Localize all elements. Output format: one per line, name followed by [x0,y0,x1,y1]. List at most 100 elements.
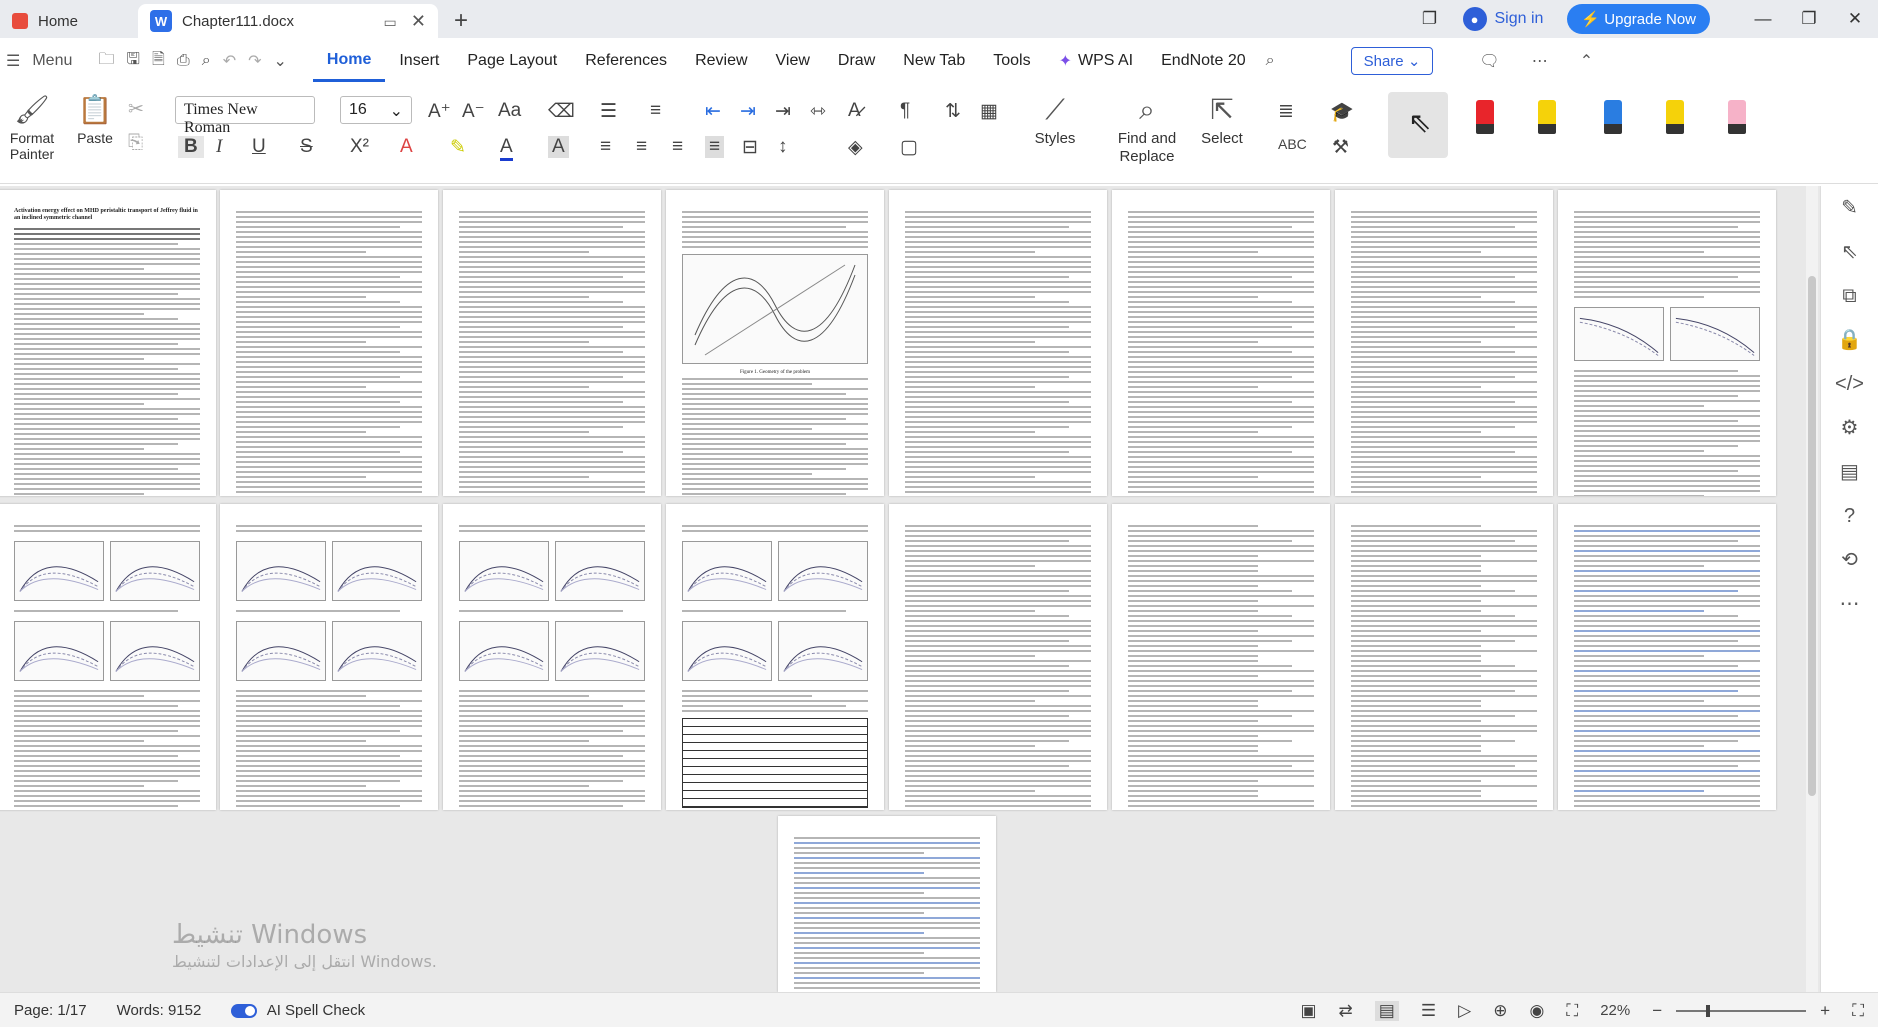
document-page[interactable] [1335,504,1553,810]
close-window-icon[interactable]: ✕ [1832,9,1878,29]
underline-button[interactable]: U [252,136,266,158]
education-icon[interactable]: 🎓 [1330,100,1354,124]
open-folder-icon[interactable]: 🗀 [92,48,120,75]
detach-window-icon[interactable]: ▭ [384,14,397,30]
document-page[interactable] [220,504,438,810]
line-spacing-icon[interactable]: ↕ [778,136,788,158]
font-size-select[interactable]: 16 ⌄ [340,96,412,124]
undo-icon[interactable]: ↶ [217,51,242,71]
vertical-scrollbar[interactable] [1806,186,1818,992]
font-color-icon[interactable]: A [500,136,513,161]
copy-icon[interactable]: ⎘ [128,132,143,154]
styles-button[interactable]: ⟋ Styles [1025,90,1085,147]
document-page[interactable] [889,504,1107,810]
clear-format-icon[interactable]: ⌫ [548,100,575,123]
tab-draw[interactable]: Draw [824,40,889,82]
redo-icon[interactable]: ↷ [242,51,267,71]
zoom-in-icon[interactable]: + [1820,1001,1830,1021]
pointer-tool[interactable]: ⇖ [1388,92,1448,158]
tools-icon[interactable]: ⚒ [1332,136,1349,159]
pen-icon[interactable]: ✎ [1821,186,1878,230]
compare-icon[interactable]: ⇄ [1339,1001,1353,1021]
hamburger-icon[interactable]: ☰ [0,51,26,71]
shrink-font-icon[interactable]: A⁻ [462,100,485,123]
asian-layout-icon[interactable]: A̷ [848,100,861,122]
document-page[interactable] [443,190,661,496]
blue-pen-icon[interactable] [1604,100,1622,134]
eye-protection-icon[interactable]: ◉ [1529,1001,1544,1021]
cut-icon[interactable]: ✂ [128,98,144,121]
code-icon[interactable]: </> [1821,362,1878,406]
document-page[interactable] [1558,504,1776,810]
sign-in-button[interactable]: ● Sign in [1462,7,1543,31]
char-shading-icon[interactable]: A [548,136,569,158]
more-icon[interactable]: ⋯ [1526,51,1554,71]
quick-access-chevron-icon[interactable]: ⌄ [268,51,293,71]
first-line-indent-icon[interactable]: ⇥ [775,100,791,123]
paste-button[interactable]: 📋 Paste [68,90,122,146]
text-effect-icon[interactable]: A [400,136,413,158]
change-case-icon[interactable]: Aa [498,100,521,122]
font-name-select[interactable]: Times New Roman [175,96,315,136]
fullscreen-icon[interactable]: ⛶ [1852,1001,1864,1021]
spell-check-toggle[interactable]: AI Spell Check [231,1002,365,1019]
document-page[interactable] [1335,190,1553,496]
find-replace-button[interactable]: ⌕ Find and Replace [1112,90,1182,166]
scroll-thumb[interactable] [1808,276,1816,796]
page-view-icon[interactable]: ▤ [1374,1000,1399,1021]
word-count[interactable]: Words: 9152 [117,1002,202,1019]
increase-indent-icon[interactable]: ⇥ [740,100,756,123]
document-page[interactable] [666,504,884,810]
tab-home-ribbon[interactable]: Home [312,40,386,82]
comment-icon[interactable]: 🗨 [1473,51,1505,71]
close-tab-icon[interactable]: ✕ [411,11,426,31]
table-icon[interactable]: ▦ [980,100,998,123]
document-page[interactable] [443,504,661,810]
tab-new-tab[interactable]: New Tab [889,40,979,82]
tab-page-layout[interactable]: Page Layout [453,40,571,82]
translate-icon[interactable]: ⧉ [1821,274,1878,318]
tab-wps-ai[interactable]: ✦ WPS AI [1045,40,1148,82]
print-preview-icon[interactable]: ⌕ [196,52,217,70]
document-page[interactable] [1558,190,1776,496]
superscript-icon[interactable]: X² [350,136,369,158]
yellow-highlighter-icon[interactable] [1666,100,1684,134]
tab-insert[interactable]: Insert [385,40,453,82]
select-button[interactable]: ⇱ Select [1192,90,1252,147]
web-view-icon[interactable]: ⊕ [1493,1001,1507,1021]
text-direction-icon[interactable]: ⇿ [810,100,826,123]
upgrade-button[interactable]: ⚡ Upgrade Now [1567,4,1710,34]
document-page[interactable] [1112,504,1330,810]
zoom-out-icon[interactable]: − [1652,1001,1662,1021]
zoom-slider[interactable] [1676,1004,1807,1017]
paragraph-mark-icon[interactable]: ¶ [900,100,910,122]
search-icon[interactable]: ⌕ [1260,52,1281,70]
select-arrow-icon[interactable]: ⇖ [1821,230,1878,274]
share-button[interactable]: Share ⌄ [1350,47,1434,75]
align-center-icon[interactable]: ≡ [636,136,647,158]
document-canvas[interactable]: Activation energy effect on MHD peristal… [0,186,1820,992]
format-painter-button[interactable]: 🖌 Format Painter [6,90,58,162]
document-page[interactable] [1112,190,1330,496]
document-page[interactable]: Activation energy effect on MHD peristal… [0,190,216,496]
print-icon[interactable]: ⎙ [171,52,196,70]
borders-icon[interactable]: ▢ [900,136,918,159]
lock-icon[interactable]: 🔒 [1821,318,1878,362]
red-pen-icon[interactable] [1476,100,1494,134]
tab-review[interactable]: Review [681,40,761,82]
numbering-icon[interactable]: ≡ [650,100,661,122]
decrease-indent-icon[interactable]: ⇤ [705,100,721,123]
yellow-pen-icon[interactable] [1538,100,1556,134]
window-layout-icon[interactable]: ❐ [1407,9,1453,29]
tab-references[interactable]: References [571,40,681,82]
pink-highlighter-icon[interactable] [1728,100,1746,134]
doc-check-icon[interactable]: ▣ [1300,1001,1316,1021]
document-page[interactable]: Figure 1. Geometry of the problem [666,190,884,496]
menu-label[interactable]: Menu [26,52,78,70]
page-indicator[interactable]: Page: 1/17 [14,1002,87,1019]
grow-font-icon[interactable]: A⁺ [428,100,451,123]
adjust-icon[interactable]: ⚙ [1821,406,1878,450]
maximize-icon[interactable]: ❐ [1786,9,1832,29]
bullets-icon[interactable]: ☰ [600,100,617,123]
tab-home[interactable]: Home [0,4,138,38]
